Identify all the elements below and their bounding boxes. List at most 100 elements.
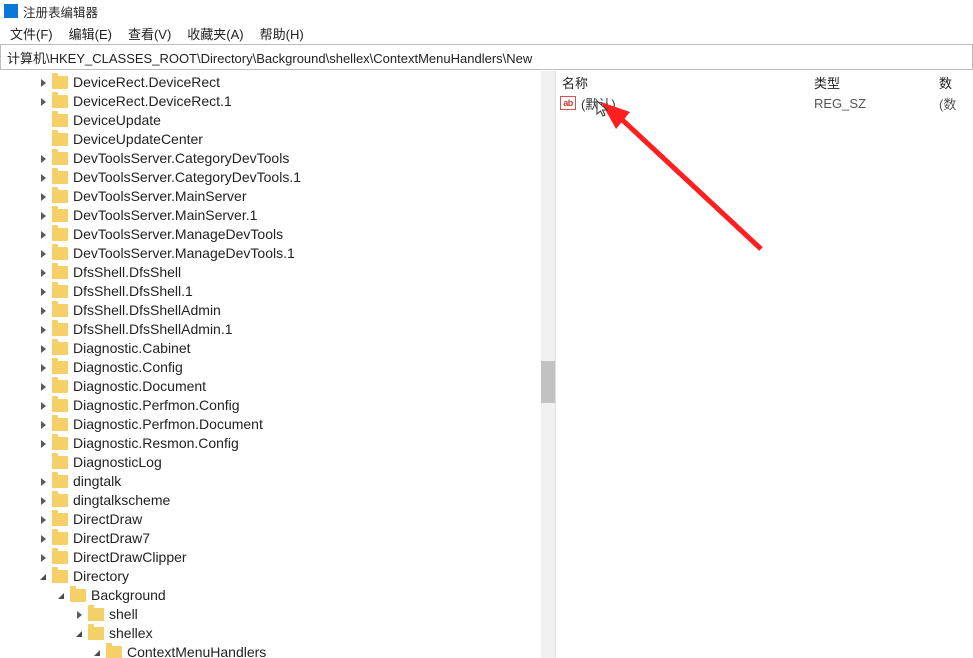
menu-help[interactable]: 帮助(H)	[252, 22, 312, 45]
col-name[interactable]: 名称	[556, 73, 814, 93]
tree-node-label: DeviceUpdate	[73, 111, 161, 130]
folder-icon	[52, 551, 68, 564]
tree-node[interactable]: Diagnostic.Config	[0, 358, 555, 377]
tree-node[interactable]: DevToolsServer.ManageDevTools.1	[0, 244, 555, 263]
tree-node-label: DirectDraw7	[73, 529, 150, 548]
tree-node-label: DfsShell.DfsShellAdmin.1	[73, 320, 233, 339]
tree-node-label: DfsShell.DfsShell.1	[73, 282, 193, 301]
col-type[interactable]: 类型	[814, 73, 939, 93]
expand-icon[interactable]	[36, 171, 50, 185]
tree-node[interactable]: Diagnostic.Resmon.Config	[0, 434, 555, 453]
menu-file[interactable]: 文件(F)	[2, 22, 61, 45]
tree-pane[interactable]: DeviceRect.DeviceRectDeviceRect.DeviceRe…	[0, 71, 556, 658]
expand-icon[interactable]	[36, 76, 50, 90]
expand-icon[interactable]	[36, 247, 50, 261]
folder-icon	[52, 532, 68, 545]
expand-icon[interactable]	[36, 304, 50, 318]
menu-fav[interactable]: 收藏夹(A)	[179, 22, 251, 45]
tree-node[interactable]: DirectDrawClipper	[0, 548, 555, 567]
tree-node[interactable]: ContextMenuHandlers	[0, 643, 555, 658]
folder-icon	[52, 285, 68, 298]
value-pane[interactable]: 名称 类型 数 ab (默认) REG_SZ (数	[556, 71, 973, 658]
expand-icon[interactable]	[36, 209, 50, 223]
tree-scrollbar[interactable]	[541, 71, 555, 658]
tree-node-label: shellex	[109, 624, 153, 643]
expand-icon[interactable]	[36, 152, 50, 166]
tree-node[interactable]: Diagnostic.Cabinet	[0, 339, 555, 358]
tree-node[interactable]: DevToolsServer.CategoryDevTools	[0, 149, 555, 168]
address-bar[interactable]: 计算机\HKEY_CLASSES_ROOT\Directory\Backgrou…	[0, 44, 973, 70]
folder-icon	[52, 152, 68, 165]
tree-node[interactable]: shell	[0, 605, 555, 624]
expand-icon[interactable]	[36, 190, 50, 204]
tree-node[interactable]: Diagnostic.Perfmon.Config	[0, 396, 555, 415]
collapse-icon[interactable]	[36, 570, 50, 584]
expand-icon[interactable]	[36, 342, 50, 356]
expand-icon[interactable]	[36, 551, 50, 565]
tree-node-label: DeviceUpdateCenter	[73, 130, 203, 149]
expand-icon[interactable]	[36, 532, 50, 546]
col-data[interactable]: 数	[939, 73, 973, 93]
tree-node-label: Diagnostic.Resmon.Config	[73, 434, 239, 453]
tree-node[interactable]: DfsShell.DfsShell.1	[0, 282, 555, 301]
expand-icon[interactable]	[36, 437, 50, 451]
expand-icon[interactable]	[36, 361, 50, 375]
tree-node[interactable]: dingtalkscheme	[0, 491, 555, 510]
value-name: (默认)	[581, 94, 814, 113]
tree-node[interactable]: DevToolsServer.MainServer	[0, 187, 555, 206]
tree-node[interactable]: DfsShell.DfsShellAdmin.1	[0, 320, 555, 339]
expand-icon[interactable]	[36, 380, 50, 394]
tree-node-label: Directory	[73, 567, 129, 586]
registry-tree[interactable]: DeviceRect.DeviceRectDeviceRect.DeviceRe…	[0, 71, 555, 658]
expand-icon[interactable]	[36, 418, 50, 432]
value-row-default[interactable]: ab (默认) REG_SZ (数	[556, 93, 973, 113]
collapse-icon[interactable]	[90, 646, 104, 658]
menu-view[interactable]: 查看(V)	[120, 22, 179, 45]
folder-icon	[88, 627, 104, 640]
scrollbar-thumb[interactable]	[541, 361, 555, 403]
value-columns-header: 名称 类型 数	[556, 71, 973, 93]
tree-node[interactable]: Directory	[0, 567, 555, 586]
expand-icon[interactable]	[36, 494, 50, 508]
tree-node[interactable]: Background	[0, 586, 555, 605]
tree-node[interactable]: DeviceUpdate	[0, 111, 555, 130]
expand-icon[interactable]	[36, 228, 50, 242]
tree-node[interactable]: DiagnosticLog	[0, 453, 555, 472]
folder-icon	[52, 494, 68, 507]
folder-icon	[52, 95, 68, 108]
tree-node[interactable]: DevToolsServer.MainServer.1	[0, 206, 555, 225]
tree-node-label: ContextMenuHandlers	[127, 643, 266, 658]
tree-node[interactable]: DfsShell.DfsShellAdmin	[0, 301, 555, 320]
tree-node[interactable]: DirectDraw	[0, 510, 555, 529]
tree-node[interactable]: dingtalk	[0, 472, 555, 491]
folder-icon	[52, 513, 68, 526]
tree-node[interactable]: DeviceRect.DeviceRect.1	[0, 92, 555, 111]
folder-icon	[70, 589, 86, 602]
tree-node-label: Diagnostic.Perfmon.Document	[73, 415, 263, 434]
expand-icon[interactable]	[36, 95, 50, 109]
tree-node[interactable]: DeviceRect.DeviceRect	[0, 73, 555, 92]
folder-icon	[52, 76, 68, 89]
tree-node[interactable]: DirectDraw7	[0, 529, 555, 548]
tree-node[interactable]: DeviceUpdateCenter	[0, 130, 555, 149]
expand-icon[interactable]	[36, 285, 50, 299]
folder-icon	[52, 361, 68, 374]
folder-icon	[88, 608, 104, 621]
folder-icon	[52, 456, 68, 469]
collapse-icon[interactable]	[72, 627, 86, 641]
tree-node[interactable]: DevToolsServer.ManageDevTools	[0, 225, 555, 244]
tree-node[interactable]: Diagnostic.Perfmon.Document	[0, 415, 555, 434]
title-bar: 注册表编辑器	[0, 0, 973, 22]
tree-node[interactable]: DevToolsServer.CategoryDevTools.1	[0, 168, 555, 187]
expand-icon[interactable]	[36, 399, 50, 413]
tree-node[interactable]: DfsShell.DfsShell	[0, 263, 555, 282]
expand-icon[interactable]	[36, 475, 50, 489]
collapse-icon[interactable]	[54, 589, 68, 603]
expand-icon[interactable]	[36, 323, 50, 337]
expand-icon[interactable]	[72, 608, 86, 622]
tree-node[interactable]: Diagnostic.Document	[0, 377, 555, 396]
tree-node[interactable]: shellex	[0, 624, 555, 643]
menu-edit[interactable]: 编辑(E)	[61, 22, 120, 45]
expand-icon[interactable]	[36, 513, 50, 527]
expand-icon[interactable]	[36, 266, 50, 280]
